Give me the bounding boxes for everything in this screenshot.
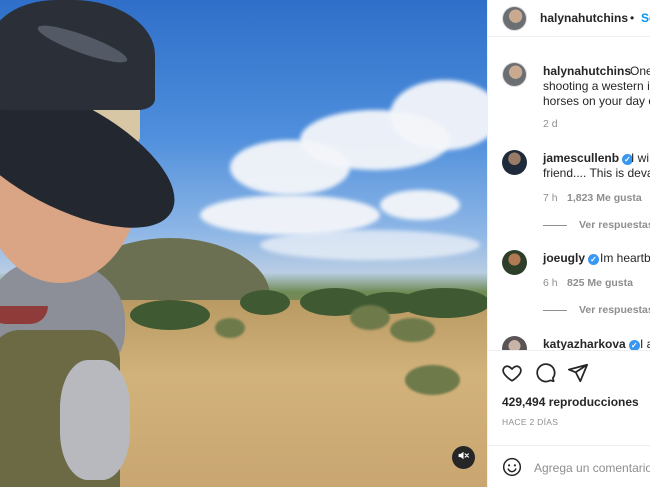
cloud xyxy=(260,230,480,260)
post-header: halynahutchins • Se xyxy=(488,0,650,37)
comment-username-text[interactable]: joeugly xyxy=(543,251,585,265)
comment-username[interactable]: joeugly ✓ xyxy=(543,251,600,265)
scarf-fold xyxy=(60,360,130,480)
shrub xyxy=(390,318,435,342)
caption-text-line: One xyxy=(630,64,650,78)
view-replies-button[interactable]: Ver respuestas xyxy=(579,219,650,231)
comment-text-line: I wi xyxy=(631,151,649,165)
comment-likes[interactable]: 825 Me gusta xyxy=(567,277,633,289)
author-avatar[interactable] xyxy=(502,6,527,31)
cloud xyxy=(380,190,460,220)
comment-age: 7 h xyxy=(543,192,558,204)
caption-text-line: shooting a western is xyxy=(543,79,650,93)
post-date: HACE 2 DÍAS xyxy=(502,417,559,427)
post-sidebar: halynahutchins • Se halynahutchins One s… xyxy=(487,0,650,487)
video-player[interactable] xyxy=(0,0,487,487)
caption-text-line: horses on your day o xyxy=(543,94,650,108)
comment-username[interactable]: katyazharkova ✓ xyxy=(543,337,640,351)
separator-dot: • xyxy=(630,11,635,25)
comment-text-line: friend.... This is deva xyxy=(543,166,650,180)
cloud xyxy=(200,195,380,235)
view-count[interactable]: 429,494 reproducciones xyxy=(502,395,639,409)
muted-speaker-icon xyxy=(457,449,470,467)
shrub xyxy=(405,365,460,395)
shrub xyxy=(215,318,245,338)
tree xyxy=(400,288,487,318)
commenter-avatar[interactable] xyxy=(502,150,527,175)
hat-band xyxy=(34,19,131,69)
emoji-icon[interactable] xyxy=(502,457,522,482)
hat-crown xyxy=(0,0,155,110)
comment-input[interactable] xyxy=(534,458,650,478)
comment-icon[interactable] xyxy=(534,362,556,389)
comment-username-text[interactable]: jamescullenb xyxy=(543,151,619,165)
commenter-avatar[interactable] xyxy=(502,250,527,275)
tree xyxy=(130,300,210,330)
comment-age: 6 h xyxy=(543,277,558,289)
replies-divider xyxy=(543,310,567,311)
comment-text-line: I a xyxy=(640,337,650,351)
replies-divider xyxy=(543,225,567,226)
mute-button[interactable] xyxy=(452,446,475,469)
verified-badge-icon: ✓ xyxy=(588,254,600,265)
caption-avatar[interactable] xyxy=(502,62,527,87)
caption-age: 2 d xyxy=(543,118,558,130)
tree xyxy=(240,290,290,315)
comment-username[interactable]: jamescullenb ✓ xyxy=(543,151,634,165)
heart-icon[interactable] xyxy=(501,362,523,389)
follow-button[interactable]: Se xyxy=(641,11,650,25)
comment-username-text[interactable]: katyazharkova xyxy=(543,337,626,351)
post-actions: 429,494 reproducciones HACE 2 DÍAS xyxy=(488,350,650,487)
paper-plane-icon[interactable] xyxy=(567,362,589,389)
caption-username[interactable]: halynahutchins xyxy=(543,64,631,78)
shrub xyxy=(350,305,390,330)
comment-text-line: Im heartb xyxy=(600,251,650,265)
comment-likes[interactable]: 1,823 Me gusta xyxy=(567,192,642,204)
author-username[interactable]: halynahutchins xyxy=(540,11,628,25)
view-replies-button[interactable]: Ver respuestas xyxy=(579,304,650,316)
add-comment-bar xyxy=(488,445,650,487)
